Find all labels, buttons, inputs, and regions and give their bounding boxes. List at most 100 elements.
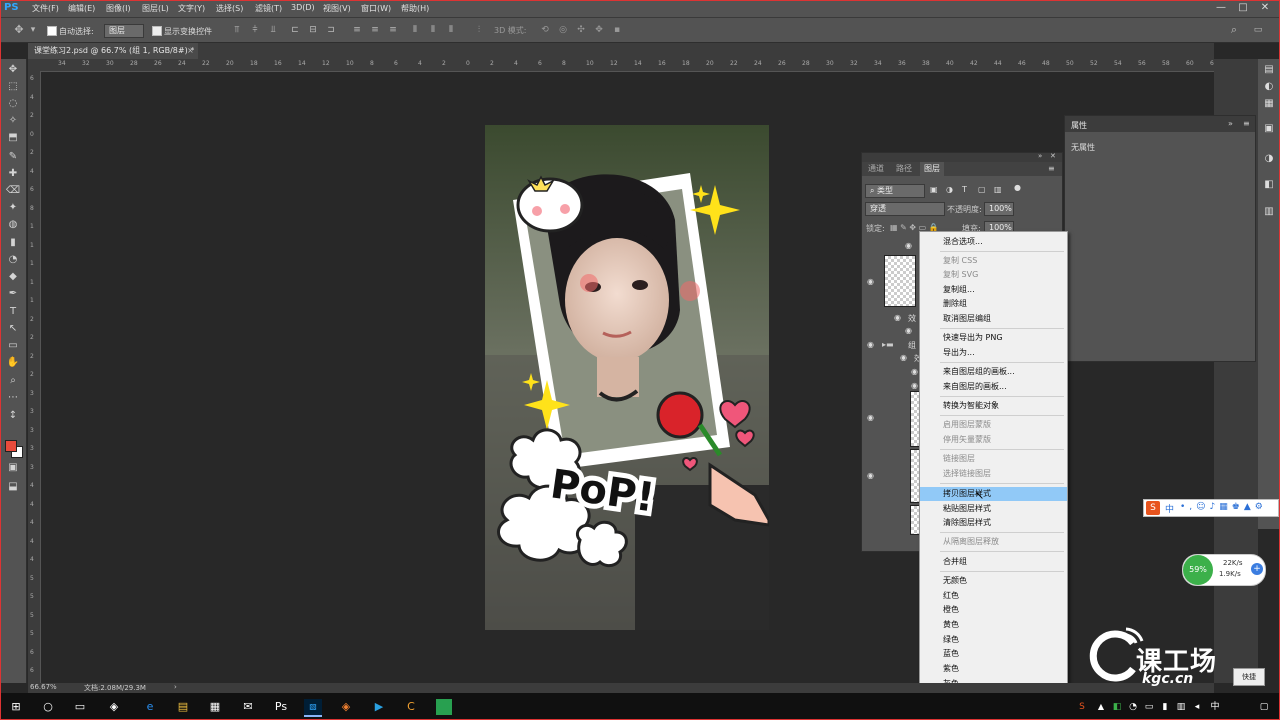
align-bottom-icon[interactable]: ⫫ [268, 25, 278, 35]
3d-slide-icon[interactable]: ✥ [594, 25, 604, 35]
tray-app-icon[interactable]: ◧ [1109, 699, 1125, 715]
distribute-top-icon[interactable]: ≡ [352, 25, 362, 35]
notifications-icon[interactable]: ▢ [1256, 699, 1272, 715]
menu-item-paste-layer-style[interactable]: 粘贴图层样式 [920, 502, 1067, 516]
eye-icon[interactable]: ◉ [894, 313, 901, 322]
menu-item-color-yellow[interactable]: 黄色 [920, 618, 1067, 632]
move-tool-icon[interactable]: ✥ [14, 24, 24, 35]
menu-item-blending-options[interactable]: 混合选项... [920, 235, 1067, 249]
character-panel-icon[interactable]: ▥ [1262, 205, 1276, 219]
menu-item-clear-layer-style[interactable]: 清除图层样式 [920, 516, 1067, 530]
align-vcenter-icon[interactable]: ⫩ [250, 25, 260, 35]
filter-adjust-icon[interactable]: ◑ [946, 185, 953, 194]
menu-item-color-green[interactable]: 绿色 [920, 633, 1067, 647]
collapse-icon[interactable]: » [1038, 152, 1042, 160]
close-icon[interactable]: ✕ [1258, 2, 1272, 14]
volume-icon[interactable]: ◂ [1189, 699, 1205, 715]
3d-roll-icon[interactable]: ◎ [558, 25, 568, 35]
tab-layers[interactable]: 图层 [920, 162, 944, 176]
edge-browser-icon[interactable]: e [142, 699, 158, 715]
menu-file[interactable]: 文件(F) [32, 3, 59, 14]
menu-item-export-as[interactable]: 导出为... [920, 346, 1067, 360]
network-speed-widget[interactable]: 59% 22K/s 1.9K/s + [1182, 554, 1266, 586]
menu-select[interactable]: 选择(S) [216, 3, 243, 14]
player-icon[interactable]: C [403, 699, 419, 715]
align-right-icon[interactable]: ⊐ [326, 25, 336, 35]
network-icon[interactable]: ▥ [1173, 699, 1189, 715]
ime-tool-icons[interactable]: •,☺♪▦♚▲⚙ [1180, 502, 1267, 512]
path-select-icon[interactable]: ▭ [5, 339, 21, 353]
color-panel-icon[interactable]: ◐ [1262, 80, 1276, 94]
tray-app-icon[interactable]: ◔ [1125, 699, 1141, 715]
gradient-tool-icon[interactable]: ◔ [5, 253, 21, 267]
eye-icon[interactable]: ◉ [911, 381, 918, 390]
menu-item-copy-layer-style[interactable]: 拷贝图层样式 [920, 487, 1067, 501]
close-icon[interactable]: ✕ [1050, 152, 1056, 160]
input-language-icon[interactable]: 中 [1207, 699, 1223, 715]
tray-sogou-icon[interactable]: S [1074, 699, 1090, 715]
workspace-icon[interactable]: ▭ [1253, 25, 1263, 35]
properties-panel-title[interactable]: 属性 [1071, 120, 1087, 131]
tab-paths[interactable]: 路径 [892, 162, 916, 176]
eyedropper-icon[interactable]: ✎ [5, 150, 21, 164]
clone-stamp-icon[interactable]: ✦ [5, 201, 21, 215]
3d-orbit-icon[interactable]: ⟲ [540, 25, 550, 35]
start-icon[interactable]: ⊞ [8, 699, 24, 715]
menu-item-color-blue[interactable]: 蓝色 [920, 647, 1067, 661]
filter-type-icon[interactable]: T [962, 185, 967, 194]
zoom-tool-icon[interactable]: ⋯ [5, 391, 21, 405]
status-menu-icon[interactable]: › [174, 683, 177, 691]
task-view-icon[interactable]: ▭ [72, 699, 88, 715]
hand-tool-icon[interactable]: ⌕ [5, 374, 21, 388]
menu-window[interactable]: 窗口(W) [361, 3, 391, 14]
menu-item-convert-smart-object[interactable]: 转换为智能对象 [920, 399, 1067, 413]
store-icon[interactable]: ▦ [207, 699, 223, 715]
lasso-tool-icon[interactable]: ◌ [5, 97, 21, 111]
menu-filter[interactable]: 滤镜(T) [255, 3, 282, 14]
search-icon[interactable]: ○ [40, 699, 56, 715]
distribute-vcenter-icon[interactable]: ≡ [370, 25, 380, 35]
menu-type[interactable]: 文字(Y) [178, 3, 205, 14]
document-tab[interactable]: 课堂练习2.psd @ 66.7% (组 1, RGB/8#) * × [28, 43, 198, 59]
layer-thumbnail[interactable] [884, 255, 916, 307]
shape-tool-icon[interactable]: ✋ [5, 356, 21, 370]
menu-help[interactable]: 帮助(H) [401, 3, 429, 14]
eye-icon[interactable]: ◉ [867, 413, 874, 422]
menu-item-merge-group[interactable]: 合并组 [920, 555, 1067, 569]
document-image[interactable]: PoP! PoP! [485, 125, 769, 630]
sogou-ime-icon[interactable]: S [1146, 501, 1160, 515]
folder-icon[interactable]: ▸▬ [882, 340, 894, 349]
more-tools-icon[interactable]: ↕ [5, 409, 21, 423]
history-brush-icon[interactable]: ◍ [5, 218, 21, 232]
menu-item-color-red[interactable]: 红色 [920, 589, 1067, 603]
type-tool-icon[interactable]: ↖ [5, 322, 21, 336]
menu-item-ungroup[interactable]: 取消图层编组 [920, 312, 1067, 326]
auto-align-icon[interactable]: ⫶ [474, 25, 484, 35]
menu-item-artboard-from-group[interactable]: 来自图层组的画板... [920, 365, 1067, 379]
menu-edit[interactable]: 编辑(E) [68, 3, 95, 14]
mail-icon[interactable]: Ps [273, 699, 289, 715]
tab-close-icon[interactable]: × [187, 43, 194, 59]
eye-icon[interactable]: ◉ [867, 277, 874, 286]
tray-chevron-up-icon[interactable]: ▲ [1093, 699, 1109, 715]
photoshop-taskbar-icon[interactable]: ▧ [304, 699, 322, 717]
calculator-icon[interactable]: ✉ [240, 699, 256, 715]
panel-menu-icon[interactable]: ≡ [1243, 119, 1250, 128]
minimize-icon[interactable]: — [1214, 2, 1228, 14]
menu-3d[interactable]: 3D(D) [291, 3, 315, 12]
brush-panel-icon[interactable]: ◧ [1262, 178, 1276, 192]
battery-icon[interactable]: ▮ [1157, 699, 1173, 715]
eye-icon[interactable]: ◉ [905, 241, 912, 250]
menu-item-color-violet[interactable]: 紫色 [920, 662, 1067, 676]
app-icon[interactable]: ◈ [338, 699, 354, 715]
tab-channels[interactable]: 通道 [864, 162, 888, 176]
align-hcenter-icon[interactable]: ⊟ [308, 25, 318, 35]
screen-mode-icon[interactable]: ⬓ [5, 480, 21, 494]
crop-tool-icon[interactable]: ⬒ [5, 131, 21, 145]
filter-pixel-icon[interactable]: ▣ [930, 185, 938, 194]
magic-wand-icon[interactable]: ✧ [5, 114, 21, 128]
3d-pan-icon[interactable]: ✣ [576, 25, 586, 35]
filter-shape-icon[interactable]: ▢ [978, 185, 986, 194]
distribute-hcenter-icon[interactable]: ⦀ [428, 25, 438, 35]
brush-tool-icon[interactable]: ⌫ [5, 184, 21, 198]
